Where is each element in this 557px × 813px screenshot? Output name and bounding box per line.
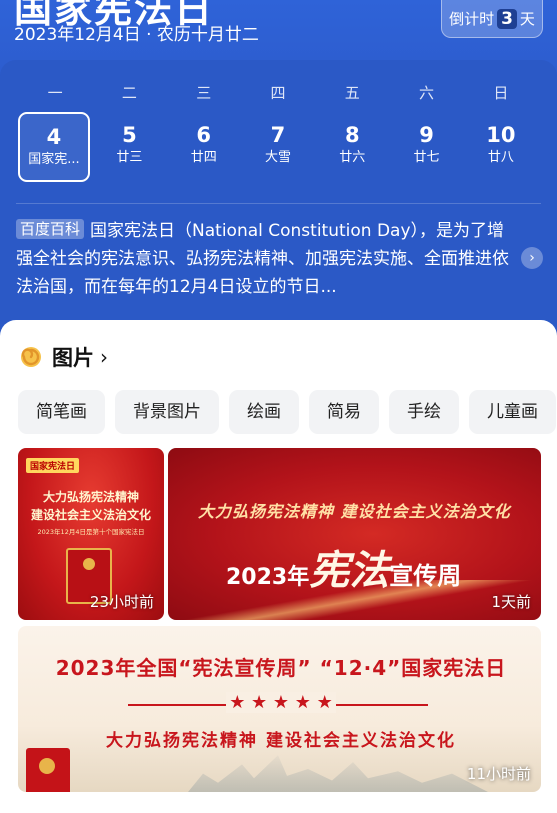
- emblem-icon: [39, 758, 55, 774]
- images-section-header[interactable]: 图片 ›: [18, 342, 108, 372]
- filter-chip[interactable]: 绘画: [229, 390, 299, 434]
- poster-line: 建设社会主义法治文化: [30, 508, 151, 522]
- day-number: 4: [46, 125, 62, 149]
- poster-line: 大力弘扬宪法精神: [42, 490, 139, 504]
- poster-year: 2023年: [226, 565, 310, 590]
- poster-slogan: 大力弘扬宪法精神 建设社会主义法治文化: [198, 502, 511, 521]
- day-number: 9: [419, 123, 434, 147]
- weekday-label: 六: [419, 84, 435, 102]
- baike-badge: 百度百科: [16, 219, 85, 239]
- poster-slogan: 大力弘扬宪法精神 建设社会主义法治文化: [24, 488, 158, 524]
- day-row: 4 国家宪... 5 廿三 6 廿四 7 大雪 8 廿六 9 廿七 10 廿八: [18, 112, 538, 182]
- weekday-label: 日: [493, 84, 509, 102]
- filter-chip[interactable]: 简易: [309, 390, 379, 434]
- calendar-day[interactable]: 6 廿四: [167, 112, 241, 182]
- images-section: 图片 › 简笔画 背景图片 绘画 简易 手绘 儿童画 国家宪法日 大力弘扬宪法精…: [0, 320, 557, 813]
- day-number: 6: [196, 123, 212, 147]
- chevron-right-icon[interactable]: ›: [521, 247, 543, 269]
- calendar-day[interactable]: 8 廿六: [315, 112, 389, 182]
- weekday-label: 三: [196, 84, 212, 102]
- constitution-book-icon: [26, 748, 70, 792]
- calendar-day[interactable]: 9 廿七: [389, 112, 463, 182]
- poster-subtitle: 2023年12月4日是第十个国家宪法日: [37, 528, 145, 536]
- day-label: 廿七: [413, 150, 440, 165]
- holiday-header: 国家宪法日 2023年12月4日 · 农历十月廿二 倒计时 3 天 一 二 三 …: [0, 0, 557, 340]
- baike-summary[interactable]: 百度百科 国家宪法日（National Constitution Day），是为了…: [16, 217, 514, 301]
- weekday-label: 四: [270, 84, 286, 102]
- swirl-icon: [21, 347, 41, 367]
- filter-chip[interactable]: 简笔画: [18, 390, 105, 434]
- day-label: 廿三: [116, 150, 143, 165]
- image-result[interactable]: 大力弘扬宪法精神 建设社会主义法治文化 2023年宪法宣传周 1天前: [168, 448, 541, 620]
- image-age: 1天前: [491, 593, 531, 611]
- countdown-number: 3: [497, 8, 517, 29]
- calendar-day-selected[interactable]: 4 国家宪...: [18, 112, 90, 182]
- stars-decoration: ★ ★ ★ ★ ★: [226, 692, 336, 713]
- day-label: 廿四: [190, 150, 217, 165]
- day-label: 廿六: [339, 150, 366, 165]
- day-number: 10: [486, 123, 516, 147]
- calendar-day[interactable]: 10 廿八: [464, 112, 538, 182]
- image-result[interactable]: 2023年全国“宪法宣传周” “12·4”国家宪法日 ★ ★ ★ ★ ★ 大力弘…: [18, 626, 541, 792]
- baike-text: 国家宪法日（National Constitution Day），是为了增强全社…: [16, 221, 509, 297]
- poster-tag: 国家宪法日: [26, 458, 80, 473]
- image-age: 11小时前: [466, 765, 531, 783]
- day-number: 7: [270, 123, 286, 147]
- day-label: 大雪: [264, 150, 291, 165]
- calendar-panel: 一 二 三 四 五 六 日 4 国家宪... 5 廿三 6 廿四 7 大雪 8 …: [0, 60, 557, 340]
- day-label: 国家宪...: [28, 152, 80, 167]
- day-label: 廿八: [487, 150, 514, 165]
- images-section-title: 图片: [52, 346, 94, 370]
- countdown-badge[interactable]: 倒计时 3 天: [441, 0, 543, 38]
- emblem-icon: [83, 558, 95, 570]
- poster-big-word: 宪法: [309, 548, 390, 594]
- calendar-day[interactable]: 7 大雪: [241, 112, 315, 182]
- image-result[interactable]: 国家宪法日 大力弘扬宪法精神 建设社会主义法治文化 2023年12月4日是第十个…: [18, 448, 164, 620]
- weekday-row: 一 二 三 四 五 六 日: [18, 82, 538, 103]
- skyline-decoration: [188, 755, 488, 792]
- weekday-label: 五: [344, 84, 360, 102]
- chevron-right-icon: ›: [100, 345, 108, 369]
- calendar-day[interactable]: 5 廿三: [92, 112, 166, 182]
- weekday-label: 一: [47, 84, 63, 102]
- countdown-prefix: 倒计时: [449, 10, 495, 28]
- holiday-date: 2023年12月4日 · 农历十月廿二: [14, 25, 259, 45]
- filter-chips: 简笔画 背景图片 绘画 简易 手绘 儿童画: [18, 390, 557, 434]
- day-number: 8: [344, 123, 360, 147]
- filter-chip[interactable]: 手绘: [389, 390, 459, 434]
- countdown-suffix: 天: [519, 10, 535, 28]
- divider: [16, 203, 541, 204]
- banner-title: 2023年全国“宪法宣传周” “12·4”国家宪法日: [55, 656, 507, 680]
- image-age: 23小时前: [89, 593, 154, 611]
- banner-slogan: 大力弘扬宪法精神 建设社会主义法治文化: [106, 731, 456, 751]
- poster-week: 宣传周: [389, 562, 462, 590]
- filter-chip[interactable]: 背景图片: [115, 390, 219, 434]
- filter-chip[interactable]: 儿童画: [469, 390, 556, 434]
- poster-headline: 2023年宪法宣传周: [226, 538, 461, 596]
- weekday-label: 二: [121, 84, 137, 102]
- day-number: 5: [122, 123, 137, 147]
